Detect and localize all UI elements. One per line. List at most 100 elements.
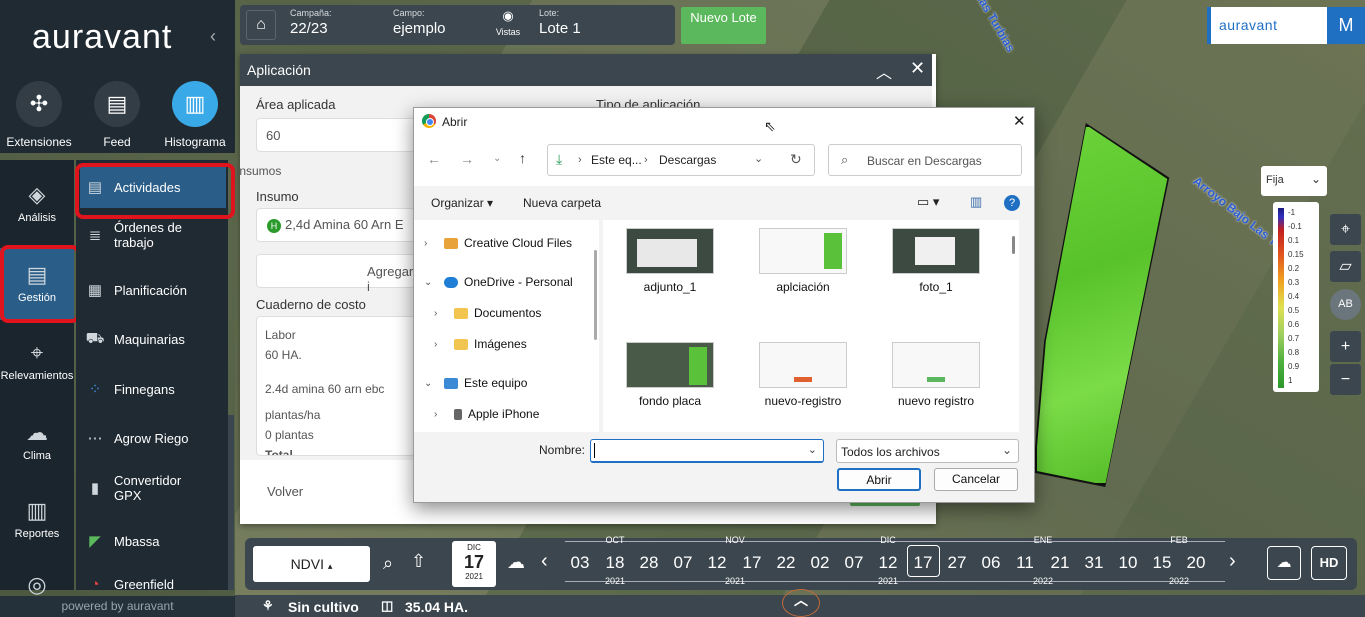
vistas-button[interactable]: ◉ Vistas: [493, 8, 523, 37]
search-box[interactable]: ⌕ Buscar en Descargas: [828, 144, 1022, 176]
timeline-day[interactable]: 27: [942, 553, 972, 573]
expand-up-icon[interactable]: ︿: [782, 589, 820, 617]
menu-ordenes[interactable]: ≣ Órdenes de trabajo: [84, 220, 224, 250]
insumo-input[interactable]: H 2,4d Amina 60 Arn E: [256, 208, 416, 242]
close-icon[interactable]: ✕: [910, 58, 925, 79]
extensiones-button[interactable]: ✣ Extensiones: [0, 81, 78, 149]
hd-button[interactable]: HD: [1311, 546, 1347, 580]
menu-maquinarias[interactable]: ⛟ Maquinarias: [84, 330, 224, 349]
files-scrollbar[interactable]: [1012, 236, 1015, 254]
timeline-day[interactable]: 17: [737, 553, 767, 573]
tree-item[interactable]: ⌄ Este equipo: [424, 376, 527, 390]
ruler-icon[interactable]: ▱: [1330, 251, 1361, 282]
file-item[interactable]: fondo placa: [610, 342, 730, 408]
chevron-down-icon[interactable]: ⌄: [808, 443, 817, 456]
calendar-date[interactable]: DIC 17 2021: [452, 541, 496, 587]
file-item[interactable]: foto_1: [876, 228, 996, 294]
legend-mode-select[interactable]: Fija ⌄: [1261, 166, 1327, 196]
location-pin-icon[interactable]: ⌖: [1330, 214, 1361, 245]
file-item[interactable]: aplciación: [743, 228, 863, 294]
tree-item[interactable]: › Imágenes: [434, 337, 527, 351]
agregar-insumo-button[interactable]: Agregar i: [256, 254, 416, 294]
address-bar[interactable]: ⤓ › Este eq... › Descargas ⌄ ↻: [547, 144, 815, 176]
timeline-day[interactable]: 11: [1010, 553, 1040, 573]
timeline-day[interactable]: 31: [1079, 553, 1109, 573]
timeline-day[interactable]: 22: [771, 553, 801, 573]
collapse-chevron-icon[interactable]: ‹: [210, 26, 216, 47]
rail-reportes[interactable]: ▥ Reportes: [0, 498, 74, 540]
index-select[interactable]: NDVI ▴: [253, 546, 370, 582]
tree-item[interactable]: › Documentos: [434, 306, 541, 320]
area-input[interactable]: 60: [256, 118, 416, 152]
rail-clima[interactable]: ☁ Clima: [0, 420, 74, 462]
chevron-right-icon[interactable]: ›: [1229, 550, 1236, 573]
rail-analisis[interactable]: ◈ Análisis: [0, 182, 74, 224]
cloud-filter-icon[interactable]: ☁: [507, 552, 525, 573]
file-item[interactable]: adjunto_1: [610, 228, 730, 294]
feed-button[interactable]: ▤ Feed: [78, 81, 156, 149]
preview-pane-icon[interactable]: ▥: [970, 194, 982, 210]
path-segment[interactable]: Descargas: [659, 153, 716, 167]
refresh-icon[interactable]: ↻: [790, 151, 802, 168]
chevron-left-icon[interactable]: ‹: [541, 550, 548, 573]
lote-select[interactable]: Lote: Lote 1: [539, 8, 581, 37]
volver-button[interactable]: Volver: [267, 484, 303, 499]
rail-relevamientos[interactable]: ⌖ Relevamientos: [0, 340, 74, 382]
help-icon[interactable]: ?: [1004, 195, 1020, 211]
campana-select[interactable]: Campaña: 22/23: [290, 8, 332, 37]
filetype-select[interactable]: Todos los archivos ⌄: [836, 439, 1019, 463]
timeline-day[interactable]: 21: [1045, 553, 1075, 573]
recent-chevron-icon[interactable]: ⌄: [493, 153, 501, 164]
timeline-day[interactable]: 12: [873, 553, 903, 573]
nueva-carpeta-button[interactable]: Nueva carpeta: [523, 196, 601, 210]
filename-input[interactable]: ⌄: [590, 439, 824, 463]
tree-item[interactable]: › Apple iPhone: [434, 407, 539, 421]
menu-agrow-riego[interactable]: ⋯ Agrow Riego: [84, 429, 224, 447]
menu-greenfield[interactable]: ◔ Greenfield: [84, 576, 224, 593]
campo-select[interactable]: Campo: ejemplo: [393, 8, 446, 37]
timeline-day[interactable]: 07: [668, 553, 698, 573]
upload-icon[interactable]: ⇧: [411, 551, 426, 572]
menu-planificacion[interactable]: ▦ Planificación: [84, 281, 224, 299]
timeline-day[interactable]: 15: [1147, 553, 1177, 573]
timeline-day[interactable]: 18: [600, 553, 630, 573]
forward-icon[interactable]: →: [460, 151, 474, 167]
organizar-button[interactable]: Organizar ▾: [431, 196, 493, 210]
timeline-day[interactable]: 28: [634, 553, 664, 573]
menu-finnegans[interactable]: ⁘ Finnegans: [84, 380, 224, 398]
histograma-button[interactable]: ▥ Histograma: [156, 81, 234, 149]
cloud-off-icon[interactable]: ☁: [1267, 546, 1301, 580]
tree-item[interactable]: ⌄ OneDrive - Personal: [424, 275, 573, 289]
tree-item[interactable]: › Creative Cloud Files: [424, 236, 572, 250]
menu-mbassa[interactable]: ◤ Mbassa: [84, 532, 224, 550]
nuevo-lote-button[interactable]: Nuevo Lote: [681, 7, 766, 44]
view-icon[interactable]: ▭ ▾: [917, 194, 939, 210]
timeline-day[interactable]: 03: [565, 553, 595, 573]
file-item[interactable]: nuevo-registro: [743, 342, 863, 408]
up-icon[interactable]: ↑: [519, 150, 526, 166]
collapse-icon[interactable]: ︿: [876, 59, 892, 83]
file-item[interactable]: nuevo registro: [876, 342, 996, 408]
path-dropdown-icon[interactable]: ⌄: [754, 152, 763, 165]
zoom-out-icon[interactable]: −: [1330, 364, 1361, 395]
timeline-day[interactable]: 20: [1181, 553, 1211, 573]
home-icon[interactable]: ⌂: [246, 10, 276, 40]
cancelar-button[interactable]: Cancelar: [934, 468, 1018, 491]
timeline-day[interactable]: 06: [976, 553, 1006, 573]
timeline-year: 2021: [877, 576, 899, 586]
timeline-day[interactable]: 02: [805, 553, 835, 573]
timeline-day[interactable]: 10: [1113, 553, 1143, 573]
compare-icon[interactable]: AB: [1330, 289, 1361, 320]
user-avatar[interactable]: M: [1327, 7, 1365, 44]
menu-scrollbar[interactable]: [228, 415, 234, 590]
abrir-button[interactable]: Abrir: [837, 468, 921, 491]
path-segment[interactable]: Este eq...: [591, 153, 642, 167]
close-icon[interactable]: ✕: [1013, 112, 1026, 130]
tree-scrollbar[interactable]: [594, 250, 597, 340]
menu-convertidor-gpx[interactable]: ▮ Convertidor GPX: [84, 473, 224, 503]
zoom-in-icon[interactable]: +: [1330, 331, 1361, 362]
back-icon[interactable]: ←: [427, 151, 441, 167]
search-icon[interactable]: ⌕: [383, 553, 393, 574]
timeline-day[interactable]: 12: [702, 553, 732, 573]
timeline-day[interactable]: 07: [839, 553, 869, 573]
